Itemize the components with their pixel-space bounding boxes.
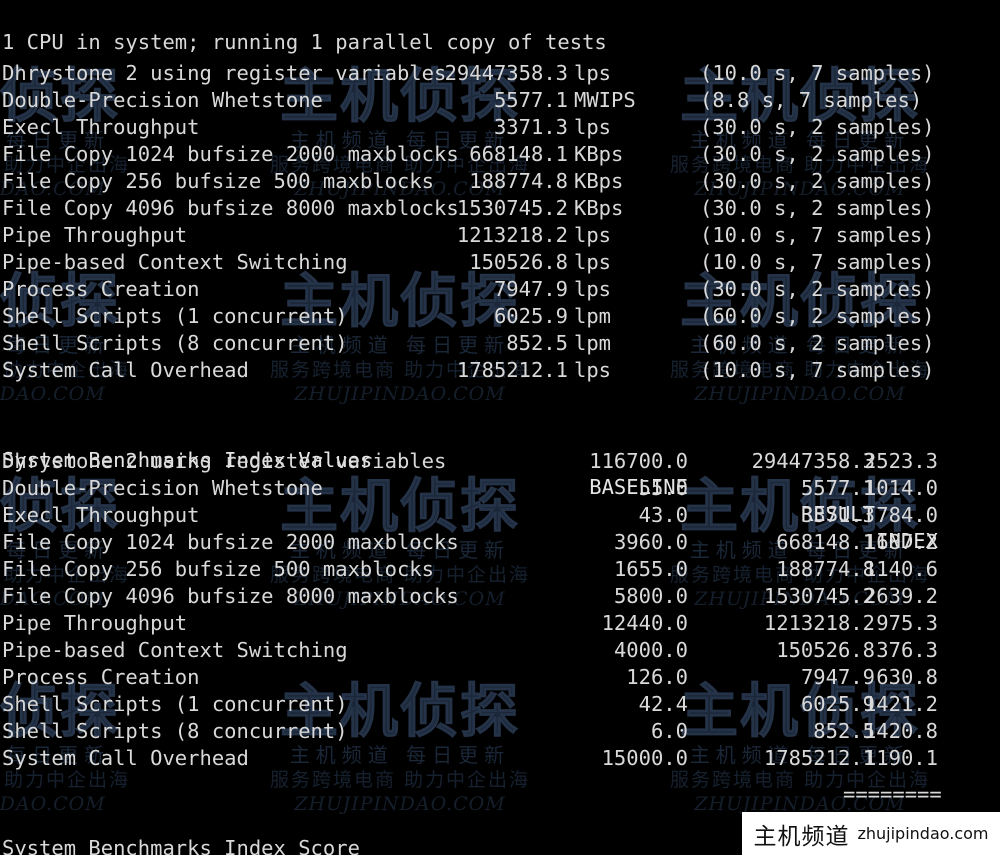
benchmark-result-row: Execl Throughput 3371.3 lps (30.0 s, 2 samp… bbox=[0, 114, 1000, 141]
terminal-output: 1 CPU in system; running 1 parallel copy… bbox=[0, 0, 1000, 855]
benchmark-result-row: System Call Overhead 1785212.1 lps (10.0 s,… bbox=[0, 357, 1000, 384]
index-separator: ======== bbox=[843, 782, 942, 806]
index-row-index: 1420.8 bbox=[863, 719, 938, 743]
benchmark-unit: MWIPS bbox=[574, 88, 636, 112]
benchmark-unit: lpm bbox=[574, 304, 612, 328]
index-value-row: Shell Scripts (8 concurrent) 6.0 852.5 1420… bbox=[0, 718, 1000, 745]
index-value-row: Pipe-based Context Switching 4000.0 150526… bbox=[0, 637, 1000, 664]
benchmark-unit: lps bbox=[574, 115, 612, 139]
index-value-row: File Copy 1024 bufsize 2000 maxblocks 396… bbox=[0, 529, 1000, 556]
benchmark-timing: (10.0 s, 7 samples) bbox=[700, 250, 935, 274]
benchmark-value: 1213218.2 bbox=[456, 223, 568, 247]
benchmark-timing: (30.0 s, 2 samples) bbox=[700, 142, 935, 166]
index-row-name: System Call Overhead bbox=[2, 746, 249, 770]
benchmark-timing: (10.0 s, 7 samples) bbox=[700, 223, 935, 247]
index-value-row: Pipe Throughput 12440.0 1213218.2 975.3 bbox=[0, 610, 1000, 637]
site-watermark-cn: 主机频道 bbox=[753, 823, 850, 850]
index-row-index: 784.0 bbox=[876, 503, 938, 527]
benchmark-timing: (30.0 s, 2 samples) bbox=[700, 277, 935, 301]
index-value-row: File Copy 4096 bufsize 8000 maxblocks 580… bbox=[0, 583, 1000, 610]
index-value-row: Execl Throughput 43.0 3371.3 784.0 bbox=[0, 502, 1000, 529]
cpu-header-line: 1 CPU in system; running 1 parallel copy… bbox=[0, 2, 1000, 54]
index-value-row: Dhrystone 2 using register variables 1167… bbox=[0, 448, 1000, 475]
benchmark-result-row: Pipe Throughput 1213218.2 lps (10.0 s, 7 sa… bbox=[0, 222, 1000, 249]
benchmark-timing: (60.0 s, 2 samples) bbox=[700, 331, 935, 355]
benchmark-unit: KBps bbox=[574, 196, 624, 220]
benchmark-result-row: Pipe-based Context Switching 150526.8 lps(… bbox=[0, 249, 1000, 276]
benchmark-timing: (30.0 s, 2 samples) bbox=[700, 196, 935, 220]
index-value-row: Double-Precision Whetstone 55.0 5577.1 1014… bbox=[0, 475, 1000, 502]
index-row-index: 1687.2 bbox=[863, 530, 938, 554]
benchmark-value: 188774.8 bbox=[469, 169, 568, 193]
benchmark-value: 1785212.1 bbox=[456, 358, 568, 382]
benchmark-result-row: Dhrystone 2 using register variables 2944… bbox=[0, 60, 1000, 87]
index-row-index: 2523.3 bbox=[863, 449, 938, 473]
benchmark-result-row: Shell Scripts (1 concurrent) 6025.9 lpm (60… bbox=[0, 303, 1000, 330]
site-watermark-url: zhujipindao.com bbox=[857, 824, 989, 843]
benchmark-name: Pipe Throughput bbox=[2, 223, 188, 247]
index-value-row: Shell Scripts (1 concurrent) 42.4 6025.9 14… bbox=[0, 691, 1000, 718]
index-row-index: 1421.2 bbox=[863, 692, 938, 716]
index-row-name: Pipe-based Context Switching bbox=[2, 638, 348, 662]
benchmark-unit: lps bbox=[574, 277, 612, 301]
index-value-row: System Call Overhead 15000.0 1785212.1 1190… bbox=[0, 745, 1000, 772]
index-row-name: Dhrystone 2 using register variables bbox=[2, 449, 447, 473]
site-watermark-banner: 主机频道 zhujipindao.com bbox=[742, 812, 1000, 855]
benchmark-unit: KBps bbox=[574, 142, 624, 166]
index-row-name: File Copy 256 bufsize 500 maxblocks bbox=[2, 557, 434, 581]
benchmark-value: 6025.9 bbox=[493, 304, 568, 328]
benchmark-timing: (10.0 s, 7 samples) bbox=[700, 358, 935, 382]
benchmark-value: 668148.1 bbox=[469, 142, 568, 166]
benchmark-timing: (30.0 s, 2 samples) bbox=[700, 169, 935, 193]
index-row-index: 376.3 bbox=[876, 638, 938, 662]
benchmark-value: 150526.8 bbox=[469, 250, 568, 274]
benchmark-unit: lpm bbox=[574, 331, 612, 355]
index-row-index: 1014.0 bbox=[863, 476, 938, 500]
benchmark-value: 3371.3 bbox=[493, 115, 568, 139]
index-row-name: Execl Throughput bbox=[2, 503, 200, 527]
benchmark-value: 29447358.3 bbox=[444, 61, 568, 85]
index-row-index: 1140.6 bbox=[863, 557, 938, 581]
index-row-index: 975.3 bbox=[876, 611, 938, 635]
benchmark-result-row: Shell Scripts (8 concurrent) 852.5 lpm (60.… bbox=[0, 330, 1000, 357]
index-row-index: 2639.2 bbox=[863, 584, 938, 608]
benchmark-unit: lps bbox=[574, 358, 612, 382]
index-score-label: System Benchmarks Index Score bbox=[2, 836, 360, 855]
terminal-screenshot: 主机侦探主机频道 每日更新服务跨境电商 助力中企出海ZHUJIPINDAO.CO… bbox=[0, 0, 1000, 855]
index-row-name: Double-Precision Whetstone bbox=[2, 476, 323, 500]
benchmark-value: 852.5 bbox=[506, 331, 568, 355]
benchmark-value: 7947.9 bbox=[493, 277, 568, 301]
benchmark-result-row: Process Creation 7947.9 lps (30.0 s, 2 samp… bbox=[0, 276, 1000, 303]
benchmark-result-row: Double-Precision Whetstone 5577.1 MWIPS (8.… bbox=[0, 87, 1000, 114]
benchmark-name: Process Creation bbox=[2, 277, 200, 301]
index-row-name: Pipe Throughput bbox=[2, 611, 188, 635]
benchmark-unit: lps bbox=[574, 250, 612, 274]
benchmark-unit: KBps bbox=[574, 169, 624, 193]
index-row-index: 1190.1 bbox=[863, 746, 938, 770]
index-value-row: Process Creation 126.0 7947.9 630.8 bbox=[0, 664, 1000, 691]
benchmark-unit: lps bbox=[574, 223, 612, 247]
cpu-header-text: 1 CPU in system; running 1 parallel copy… bbox=[2, 30, 607, 54]
benchmark-value: 5577.1 bbox=[493, 88, 568, 112]
benchmark-result-row: File Copy 4096 bufsize 8000 maxblocks 153… bbox=[0, 195, 1000, 222]
index-values-header-line: System Benchmarks Index Values BASELINE … bbox=[0, 420, 1000, 553]
index-row-name: Shell Scripts (1 concurrent) bbox=[2, 692, 348, 716]
benchmark-name: Execl Throughput bbox=[2, 115, 200, 139]
index-value-row: File Copy 256 bufsize 500 maxblocks 1655.… bbox=[0, 556, 1000, 583]
benchmark-timing: (10.0 s, 7 samples) bbox=[700, 61, 935, 85]
index-row-name: Shell Scripts (8 concurrent) bbox=[2, 719, 348, 743]
index-row-index: 630.8 bbox=[876, 665, 938, 689]
benchmark-result-row: File Copy 256 bufsize 500 maxblocks 18877… bbox=[0, 168, 1000, 195]
benchmark-result-row: File Copy 1024 bufsize 2000 maxblocks 668… bbox=[0, 141, 1000, 168]
benchmark-name: System Call Overhead bbox=[2, 358, 249, 382]
index-row-name: Process Creation bbox=[2, 665, 200, 689]
benchmark-timing: (60.0 s, 2 samples) bbox=[700, 304, 935, 328]
benchmark-timing: (30.0 s, 2 samples) bbox=[700, 115, 935, 139]
benchmark-value: 1530745.2 bbox=[456, 196, 568, 220]
benchmark-unit: lps bbox=[574, 61, 612, 85]
benchmark-timing: (8.8 s, 7 samples) bbox=[700, 88, 923, 112]
